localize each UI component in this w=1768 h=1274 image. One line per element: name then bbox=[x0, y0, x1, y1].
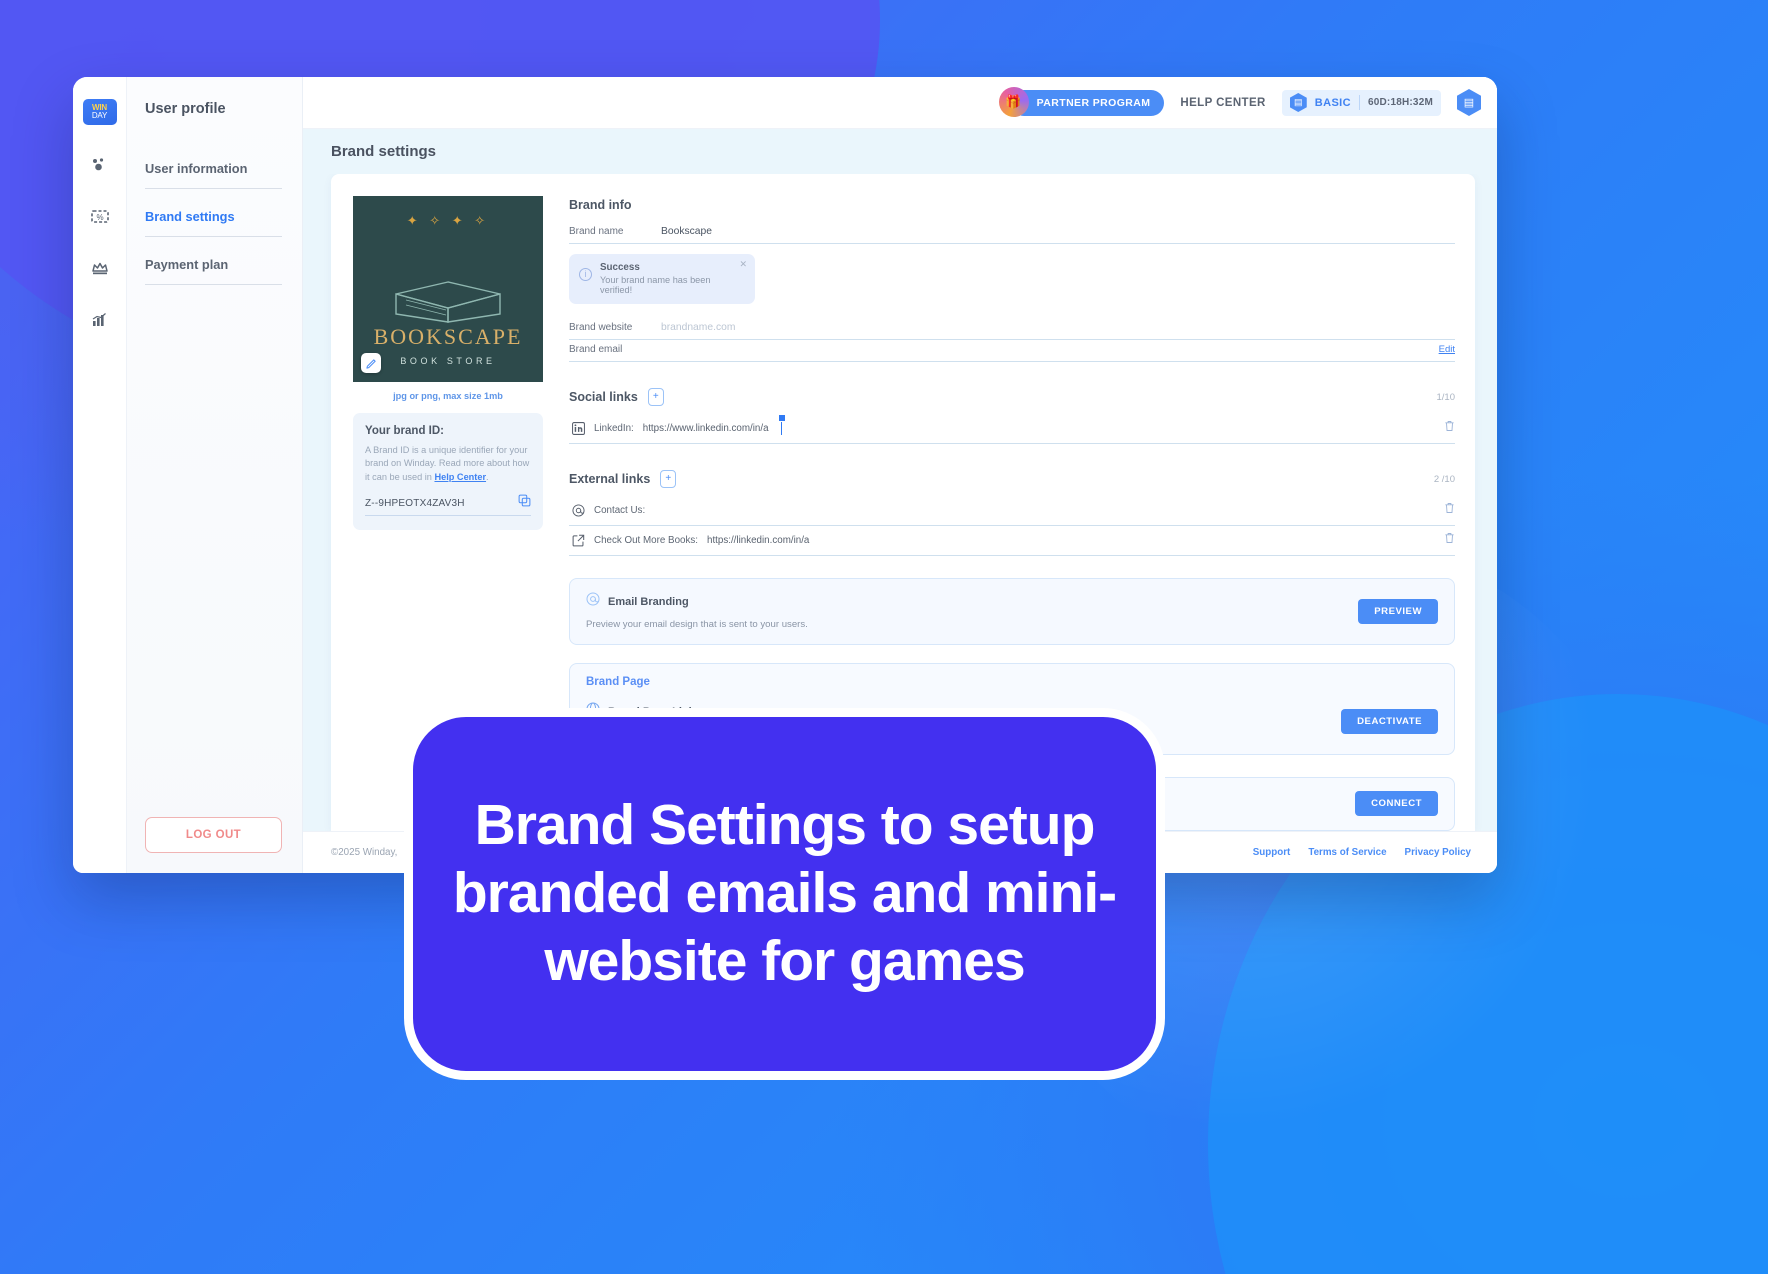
delete-social-link-icon[interactable] bbox=[1444, 419, 1455, 437]
email-branding-description: Preview your email design that is sent t… bbox=[586, 619, 808, 630]
avatar[interactable]: ▤ bbox=[1457, 89, 1481, 116]
help-center-inline-link[interactable]: Help Center bbox=[434, 472, 486, 482]
winday-logo[interactable]: WIN DAY bbox=[82, 99, 117, 125]
social-link-label: LinkedIn: bbox=[594, 422, 634, 434]
nav-item-user-information[interactable]: User information bbox=[145, 155, 282, 189]
plan-timer: 60D:18H:32M bbox=[1367, 97, 1433, 108]
brand-id-title: Your brand ID: bbox=[365, 425, 445, 437]
icon-rail: WIN DAY % bbox=[73, 77, 127, 873]
add-social-link-button[interactable]: + bbox=[647, 388, 664, 406]
svg-text:%: % bbox=[96, 213, 103, 222]
field-brand-email-label: Brand email bbox=[569, 344, 623, 355]
social-links-title: Social links bbox=[569, 390, 638, 404]
field-brand-name-value: Bookscape bbox=[661, 226, 712, 237]
external-link-row[interactable]: Contact Us: bbox=[569, 496, 1455, 526]
field-brand-website-label: Brand website bbox=[569, 322, 633, 333]
winday-logo-bottom: DAY bbox=[91, 111, 108, 120]
external-link-label: Contact Us: bbox=[594, 504, 646, 516]
brand-id-panel: Your brand ID: A Brand ID is a unique id… bbox=[353, 413, 543, 531]
external-link-url: https://linkedin.com/in/a bbox=[707, 534, 810, 546]
social-link-row[interactable]: LinkedIn: https://www.linkedin.com/in/a bbox=[569, 414, 1455, 444]
footer-link-support[interactable]: Support bbox=[1253, 847, 1291, 858]
plan-divider bbox=[1358, 95, 1360, 110]
upload-hint: jpg or png, max size 1mb bbox=[393, 391, 503, 401]
page-head: Brand settings bbox=[303, 129, 1497, 174]
logo-book-illustration bbox=[395, 281, 501, 323]
social-link-url: https://www.linkedin.com/in/a bbox=[642, 422, 769, 434]
plan-pill[interactable]: ▤ BASIC 60D:18H:32M bbox=[1281, 89, 1441, 116]
nav-item-payment-plan[interactable]: Payment plan bbox=[145, 251, 282, 285]
caption-overlay: Brand Settings to setup branded emails a… bbox=[404, 708, 1165, 1080]
caption-text: Brand Settings to setup branded emails a… bbox=[452, 793, 1117, 993]
text-cursor bbox=[778, 414, 785, 435]
external-link-row[interactable]: Check Out More Books: https://linkedin.c… bbox=[569, 526, 1455, 556]
field-brand-email[interactable]: Brand email Edit bbox=[569, 340, 1455, 362]
topbar: 🎁 PARTNER PROGRAM HELP CENTER ▤ BASIC 60… bbox=[303, 77, 1497, 129]
email-branding-card: Email Branding Preview your email design… bbox=[569, 578, 1455, 645]
promo-codes-icon[interactable]: % bbox=[87, 203, 113, 229]
copy-icon[interactable] bbox=[518, 494, 531, 512]
tournaments-crown-icon[interactable] bbox=[87, 255, 113, 281]
analytics-icon[interactable] bbox=[87, 307, 113, 333]
plan-hex-icon: ▤ bbox=[1289, 93, 1307, 112]
brand-page-title: Brand Page bbox=[586, 676, 650, 688]
social-links-count: 1/10 bbox=[1436, 391, 1456, 403]
preview-button[interactable]: PREVIEW bbox=[1358, 598, 1438, 624]
brand-id-row: Z--9HPEOTX4ZAV3H bbox=[365, 494, 531, 517]
brand-logo-image: ✦ ✧ ✦ ✧ BOOKSCAPE BOOK STORE bbox=[353, 196, 543, 382]
logo-subtitle: BOOK STORE bbox=[400, 356, 496, 366]
email-branding-title: Email Branding bbox=[608, 595, 689, 608]
plan-name: BASIC bbox=[1314, 96, 1351, 109]
help-center-link[interactable]: HELP CENTER bbox=[1180, 97, 1265, 109]
email-branding-at-icon bbox=[586, 592, 600, 611]
alert-title: Success bbox=[600, 262, 640, 273]
footer-link-terms[interactable]: Terms of Service bbox=[1308, 847, 1386, 858]
field-brand-name[interactable]: Brand name Bookscape bbox=[569, 222, 1455, 244]
nav-item-brand-settings[interactable]: Brand settings bbox=[145, 203, 282, 237]
gift-icon: 🎁 bbox=[998, 86, 1029, 117]
profile-nav-title: User profile bbox=[145, 101, 226, 117]
linkedin-icon bbox=[571, 421, 585, 435]
copyright: ©2025 Winday, bbox=[331, 847, 398, 858]
external-link-label: Check Out More Books: bbox=[594, 534, 698, 546]
field-brand-name-label: Brand name bbox=[569, 226, 624, 237]
brand-id-desc-part2: . bbox=[486, 471, 489, 482]
alert-text: Your brand name has been verified! bbox=[600, 275, 711, 295]
games-icon[interactable] bbox=[87, 151, 113, 177]
external-links-count: 2 /10 bbox=[1433, 473, 1455, 485]
external-link-icon bbox=[571, 533, 585, 547]
profile-nav: User profile User information Brand sett… bbox=[127, 77, 303, 873]
delete-external-link-icon[interactable] bbox=[1444, 531, 1455, 549]
logout-button[interactable]: LOG OUT bbox=[145, 817, 282, 853]
brand-id-description: A Brand ID is a unique identifier for yo… bbox=[365, 444, 531, 484]
connect-button[interactable]: CONNECT bbox=[1355, 791, 1438, 816]
footer-link-privacy[interactable]: Privacy Policy bbox=[1405, 847, 1471, 858]
success-alert: i Success Your brand name has been verif… bbox=[569, 254, 755, 304]
close-icon[interactable]: ✕ bbox=[739, 259, 747, 270]
logo-wordmark: BOOKSCAPE bbox=[373, 324, 523, 349]
external-links-title: External links bbox=[569, 472, 651, 486]
footer-links: Support Terms of Service Privacy Policy bbox=[1253, 847, 1471, 858]
field-brand-website[interactable]: Brand website brandname.com bbox=[569, 318, 1455, 340]
partner-program-label: PARTNER PROGRAM bbox=[1036, 96, 1151, 109]
social-links-header: Social links + 1/10 bbox=[569, 388, 1455, 406]
info-icon: i bbox=[579, 268, 592, 281]
partner-program-button[interactable]: 🎁 PARTNER PROGRAM bbox=[998, 86, 1165, 117]
delete-external-link-icon[interactable] bbox=[1444, 501, 1455, 519]
page-title: Brand settings bbox=[331, 143, 437, 160]
at-icon bbox=[571, 503, 585, 517]
field-brand-website-value: brandname.com bbox=[661, 322, 736, 333]
deactivate-button[interactable]: DEACTIVATE bbox=[1341, 708, 1438, 734]
external-links-header: External links + 2 /10 bbox=[569, 470, 1455, 488]
brand-email-edit-link[interactable]: Edit bbox=[1439, 344, 1455, 355]
edit-logo-pencil-icon[interactable] bbox=[361, 353, 381, 373]
add-external-link-button[interactable]: + bbox=[660, 470, 677, 488]
brand-info-title: Brand info bbox=[569, 198, 632, 212]
brand-id-value: Z--9HPEOTX4ZAV3H bbox=[365, 497, 465, 509]
